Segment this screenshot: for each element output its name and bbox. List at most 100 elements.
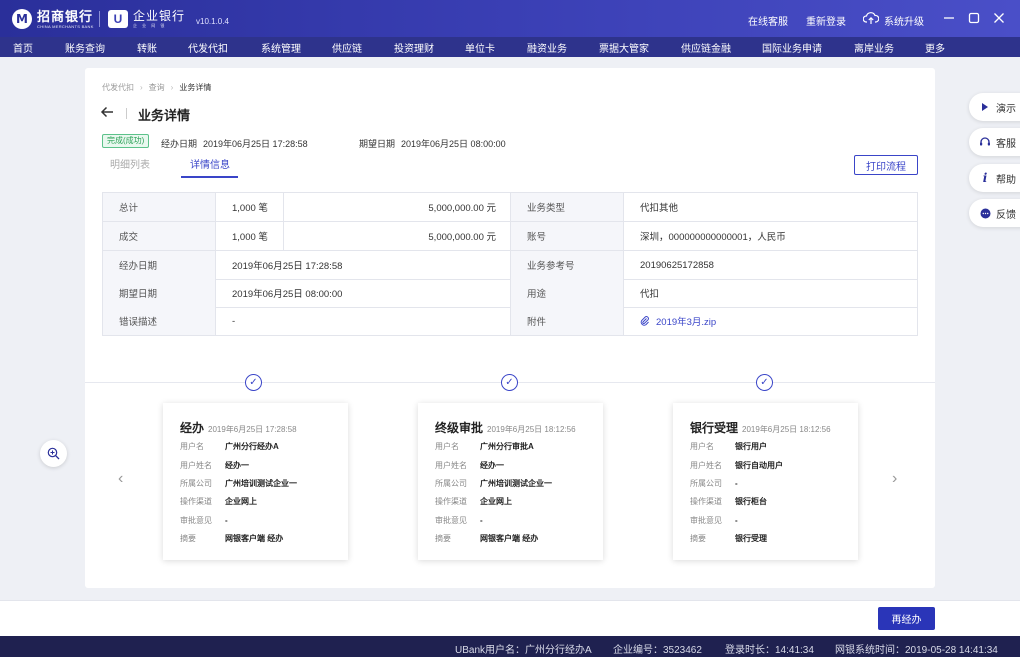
done-amount: 5,000,000.00 元 [284,222,511,250]
back-arrow-icon[interactable] [100,105,114,123]
step-title: 银行受理 2019年6月25日 18:12:56 [690,421,831,435]
chevron-right-icon: › [140,83,143,92]
purpose-label: 用途 [511,279,624,307]
step-row: 摘要 银行受理 [690,534,767,543]
demo-button[interactable]: 演示 [969,93,1020,121]
online-service-link[interactable]: 在线客服 [748,13,788,28]
done-count: 1,000 笔 [216,222,284,250]
detail-panel: 代发代扣 › 查询 › 业务详情 业务详情 完成(成功) 经办日期 2019年06… [85,68,935,588]
zoom-in-icon [47,447,60,460]
menu-supply-chain-finance[interactable]: 供应链金融 [681,40,731,55]
table-row: 成交 1,000 笔 5,000,000.00 元 账号 深圳，00000000… [103,222,917,251]
tab-bar: 明细列表 详情信息 [102,154,918,178]
step-row: 审批意见 - [690,516,738,525]
customer-service-label: 客服 [996,138,1016,150]
expect-date-meta: 期望日期 2019年06月25日 08:00:00 [359,137,506,150]
help-label: 帮助 [996,174,1016,186]
menu-offshore[interactable]: 离岸业务 [854,40,894,55]
help-button[interactable]: i 帮助 [969,164,1020,192]
close-icon[interactable] [991,10,1007,26]
business-type-value: 代扣其他 [640,203,679,214]
feedback-button[interactable]: 反馈 [969,199,1020,227]
menu-system-admin[interactable]: 系统管理 [261,40,301,55]
check-circle-icon: ✓ [756,374,773,391]
menu-account-query[interactable]: 账务查询 [65,40,105,55]
step-row: 所属公司 广州培训测试企业一 [435,479,552,488]
step-row: 所属公司 - [690,479,738,488]
expect-date-value: 2019年06月25日 08:00:00 [401,139,506,149]
bank-name: 招商银行 [37,8,94,24]
breadcrumb-payroll[interactable]: 代发代扣 [102,82,134,93]
menu-international[interactable]: 国际业务申请 [762,40,822,55]
attachment-cell: 2019年3月.zip [624,307,917,335]
menu-home[interactable]: 首页 [13,40,33,55]
cloud-upload-icon[interactable] [863,11,879,25]
handle-date-meta: 经办日期 2019年06月25日 17:28:58 [161,137,308,150]
menu-payroll[interactable]: 代发代扣 [188,40,228,55]
reference-value: 20190625172858 [640,259,714,271]
step-time: 2019年6月25日 18:12:56 [742,425,831,434]
menu-financing[interactable]: 融资业务 [527,40,567,55]
step-card-handle: 经办 2019年6月25日 17:28:58 用户名 广州分行经办A 用户姓名 经办一… [163,403,348,560]
menu-investment[interactable]: 投资理财 [394,40,434,55]
customer-service-button[interactable]: 客服 [969,128,1020,156]
status-company: 企业编号：3523462 [613,645,702,656]
system-upgrade-link[interactable]: 系统升级 [884,13,924,28]
main-menu: 首页 账务查询 转账 代发代扣 系统管理 供应链 投资理财 单位卡 融资业务 票… [0,37,1020,57]
demo-label: 演示 [996,103,1016,115]
step-time: 2019年6月25日 18:12:56 [487,425,576,434]
version-label: v10.1.0.4 [196,17,229,26]
attachment-link[interactable]: 2019年3月.zip [640,314,716,328]
zoom-in-button[interactable] [40,440,67,467]
breadcrumb-query[interactable]: 查询 [149,82,165,93]
print-process-button[interactable]: 打印流程 [854,155,918,175]
step-row: 操作渠道 企业网上 [435,497,512,506]
menu-corporate-card[interactable]: 单位卡 [465,40,495,55]
handle-date-label: 经办日期 [161,139,198,149]
error-value: - [216,307,511,335]
title-bar: M 招商银行 CHINA MERCHANTS BANK U 企业银行 企 业 网… [0,0,1020,37]
title-divider [126,108,127,119]
prev-arrow-icon[interactable]: ‹ [118,470,123,488]
step-card-bank-accept: 银行受理 2019年6月25日 18:12:56 用户名 银行用户 用户姓名 银行自动… [673,403,858,560]
menu-more[interactable]: 更多 [925,40,945,55]
menu-supply-chain[interactable]: 供应链 [332,40,362,55]
step-row: 用户姓名 经办一 [180,461,249,470]
breadcrumb: 代发代扣 › 查询 › 业务详情 [102,82,211,93]
tab-detail-list[interactable]: 明细列表 [110,156,150,171]
cmb-logo-icon: M [12,9,32,29]
step-row: 审批意见 - [435,516,483,525]
minimize-icon[interactable] [941,10,957,26]
status-bar: UBank用户名：广州分行经办A 企业编号：3523462 登录时长：14:41… [0,636,1020,657]
redo-handle-button[interactable]: 再经办 [878,607,935,630]
step-row: 用户名 广州分行经办A [180,442,279,451]
paperclip-icon [640,316,649,326]
bottom-action-bar: 再经办 [0,600,1020,636]
info-icon: i [982,171,988,185]
account-label: 账号 [511,222,624,250]
menu-transfer[interactable]: 转账 [137,40,157,55]
maximize-icon[interactable] [966,10,982,26]
business-type-label: 业务类型 [511,193,624,221]
cmb-logo: M 招商银行 CHINA MERCHANTS BANK [12,8,94,30]
chat-bubble-icon [979,207,991,219]
step-row: 用户名 广州分行审批A [435,442,534,451]
relogin-link[interactable]: 重新登录 [806,13,846,28]
step-row: 审批意见 - [180,516,228,525]
detail-table: 总计 1,000 笔 5,000,000.00 元 业务类型 代扣其他 成交 1… [102,192,918,336]
status-system-time: 网银系统时间：2019-05-28 14:41:34 [835,645,998,656]
bank-name-en: CHINA MERCHANTS BANK [37,23,94,29]
enterprise-logo-icon: U [108,10,128,28]
error-label: 错误描述 [103,307,216,335]
step-row: 用户名 银行用户 [690,442,767,451]
next-arrow-icon[interactable]: › [892,470,897,488]
attachment-filename: 2019年3月.zip [656,317,717,328]
handle-date-value: 2019年06月25日 17:28:58 [203,139,308,149]
product-name: 企业银行 [133,9,186,23]
menu-bill-manager[interactable]: 票据大管家 [599,40,649,55]
account-value: 深圳，000000000000001，人民币 [640,232,786,243]
status-login-time: 登录时长：14:41:34 [725,645,814,656]
tab-detail-info[interactable]: 详情信息 [190,156,230,171]
table-row: 期望日期 2019年06月25日 08:00:00 用途 代扣 [103,279,917,308]
step-row: 用户姓名 经办一 [435,461,504,470]
